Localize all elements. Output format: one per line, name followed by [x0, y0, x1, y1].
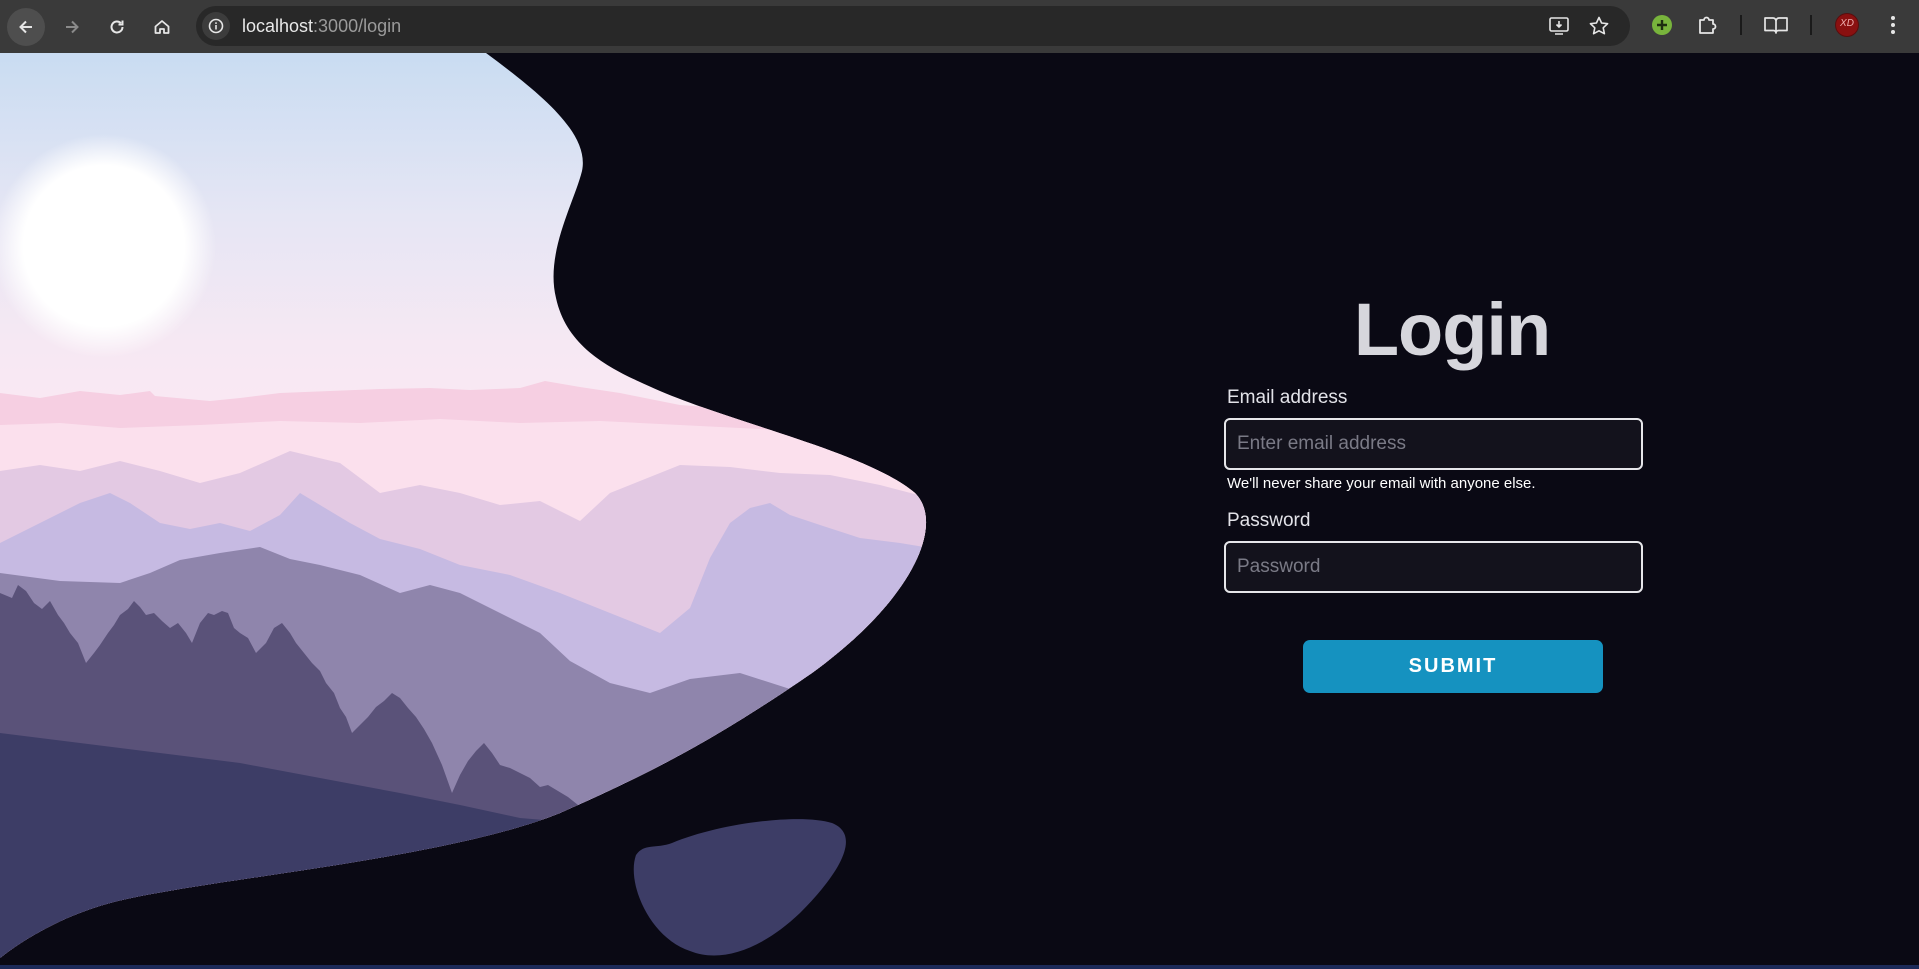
install-app-icon [1549, 17, 1569, 35]
email-input[interactable] [1224, 418, 1643, 470]
decorative-blob [633, 819, 846, 956]
extensions-puzzle-icon [1699, 16, 1717, 34]
login-title: Login [1353, 288, 1551, 371]
bottom-edge-strip [0, 965, 1919, 969]
email-label: Email address [1227, 387, 1348, 408]
submit-button[interactable]: SUBMIT [1303, 640, 1603, 693]
forward-button[interactable] [53, 8, 91, 46]
profile-button[interactable]: XD [1834, 12, 1860, 38]
reload-icon [110, 20, 124, 34]
back-icon [19, 20, 32, 34]
url-host: localhost [242, 16, 314, 36]
password-label: Password [1227, 510, 1311, 531]
site-info-icon [208, 18, 224, 34]
site-info-button[interactable] [202, 12, 230, 40]
address-bar[interactable]: localhost:3000/login [196, 6, 1630, 46]
toolbar-separator [1740, 15, 1742, 35]
bookmark-star-icon [1589, 16, 1609, 35]
menu-button[interactable] [1880, 12, 1906, 38]
home-button[interactable] [143, 8, 181, 46]
profile-initials: XD [1840, 18, 1854, 29]
url-path: :3000/login [313, 16, 402, 36]
menu-dots-icon [1891, 16, 1895, 34]
bookmark-button[interactable] [1588, 15, 1610, 37]
reading-mode-icon [1764, 17, 1788, 34]
reload-button[interactable] [98, 8, 136, 46]
toolbar-separator [1810, 15, 1812, 35]
browser-toolbar: localhost:3000/login XD [0, 0, 1919, 53]
extensions-button[interactable] [1695, 12, 1721, 38]
url-text: localhost:3000/login [242, 6, 401, 46]
forward-icon [66, 20, 79, 34]
email-help-text: We'll never share your email with anyone… [1227, 475, 1536, 492]
reading-mode-button[interactable] [1763, 12, 1789, 38]
login-page: Login Email address We'll never share yo… [0, 53, 1919, 965]
sun-shape [0, 134, 216, 358]
back-button[interactable] [7, 8, 45, 46]
install-app-button[interactable] [1548, 15, 1570, 37]
landscape-illustration [0, 53, 927, 958]
extension-green-icon [1652, 15, 1672, 35]
extension-green-button[interactable] [1649, 12, 1675, 38]
password-input[interactable] [1224, 541, 1643, 593]
home-icon [154, 20, 170, 34]
